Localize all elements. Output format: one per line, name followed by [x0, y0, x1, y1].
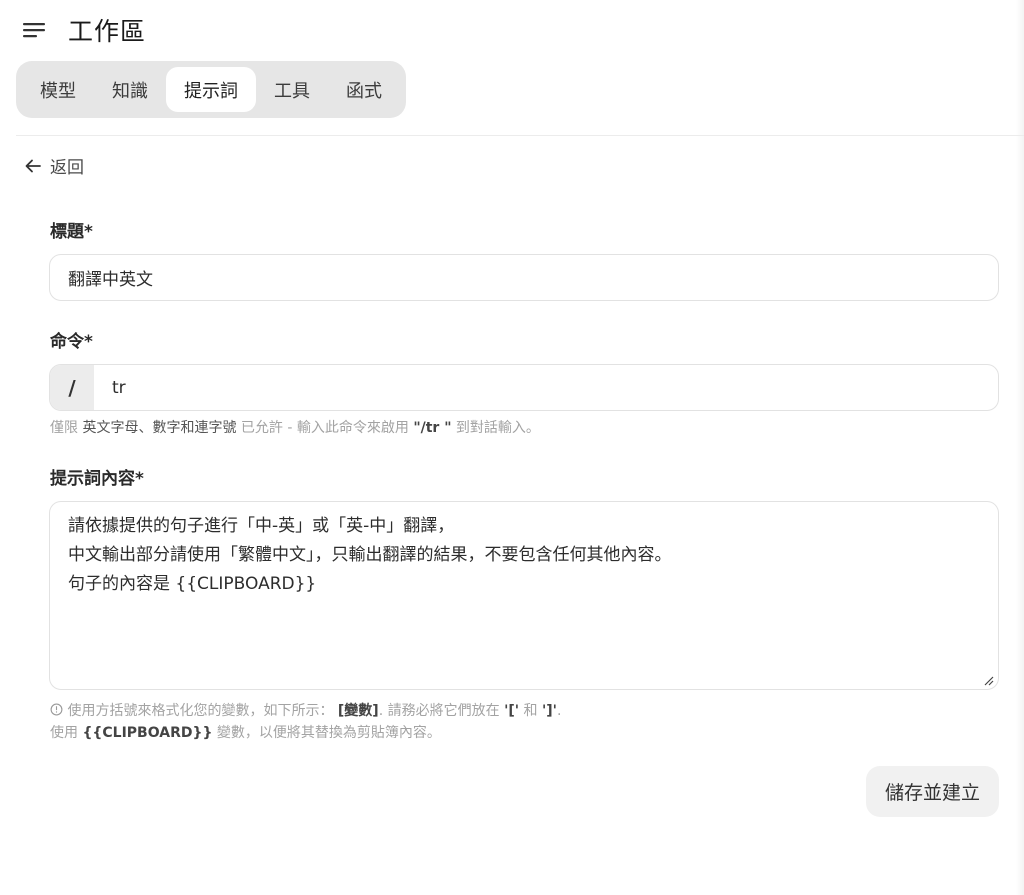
resize-handle-icon[interactable] — [982, 674, 994, 686]
command-input-value: tr — [112, 377, 126, 398]
command-hint-allowed: 英文字母、數字和連字號 — [82, 420, 237, 436]
command-hint: 僅限 英文字母、數字和連字號 已允許 - 輸入此命令來啟用 "/tr " 到對話… — [50, 417, 540, 437]
content-line: 中文輸出部分請使用「繁體中文」，只輸出翻譯的結果，不要包含任何其他內容。 — [68, 545, 672, 565]
tab-prompts[interactable]: 提示詞 — [166, 67, 256, 112]
command-label: 命令* — [50, 332, 93, 352]
content-hint-text: 使用方括號來格式化您的變數，如下所示： — [67, 703, 338, 719]
arrow-left-icon — [25, 159, 41, 172]
content-hint-bracket-open: '[' — [504, 703, 520, 719]
title-input-value: 翻譯中英文 — [68, 270, 153, 290]
title-input[interactable]: 翻譯中英文 — [49, 254, 999, 301]
tab-knowledge[interactable]: 知識 — [94, 67, 166, 112]
page-title: 工作區 — [68, 17, 147, 46]
title-label: 標題* — [50, 222, 93, 242]
command-hint-text: 僅限 — [50, 420, 83, 436]
command-hint-text: 已允許 - 輸入此命令來啟用 — [236, 420, 414, 436]
content-hint-clipboard: {{CLIPBOARD}} — [82, 725, 213, 741]
content-hint-text: . 請務必將它們放在 — [378, 703, 505, 719]
back-button[interactable]: 返回 — [24, 153, 84, 178]
content-hint-text: . — [556, 703, 562, 719]
command-input[interactable]: / tr — [49, 364, 999, 411]
content-hint: 使用方括號來格式化您的變數，如下所示： [變數]. 請務必將它們放在 '[' 和… — [50, 700, 561, 744]
content-hint-bracket-close: ']' — [541, 703, 557, 719]
content-line: 請依據提供的句子進行「中-英」或「英-中」翻譯， — [68, 516, 455, 536]
command-prefix: / — [50, 365, 94, 410]
tab-tools[interactable]: 工具 — [256, 67, 328, 112]
info-circle-icon — [50, 703, 63, 716]
hamburger-menu-icon[interactable] — [22, 16, 50, 44]
prompt-content-textarea[interactable]: 請依據提供的句子進行「中-英」或「英-中」翻譯， 中文輸出部分請使用「繁體中文」… — [49, 501, 999, 690]
content-line: 句子的內容是 {{CLIPBOARD}} — [68, 574, 317, 594]
content-hint-text: 變數，以便將其替換為剪貼簿內容。 — [212, 725, 441, 741]
content-label: 提示詞內容* — [50, 469, 144, 489]
save-and-create-button[interactable]: 儲存並建立 — [866, 766, 999, 817]
tab-functions[interactable]: 函式 — [328, 67, 400, 112]
header-divider — [16, 135, 1024, 136]
back-label: 返回 — [50, 158, 84, 178]
content-hint-variable: [變數] — [337, 703, 379, 719]
command-hint-text: 到對話輸入。 — [451, 420, 540, 436]
tab-models[interactable]: 模型 — [22, 67, 94, 112]
workspace-page: 工作區 模型 知識 提示詞 工具 函式 返回 標題* 翻譯中英文 命令* / t… — [0, 0, 1024, 895]
content-hint-text: 使用 — [50, 725, 83, 741]
header: 工作區 — [22, 12, 146, 48]
command-hint-example: "/tr " — [413, 420, 452, 436]
content-hint-text: 和 — [519, 703, 542, 719]
workspace-tabs: 模型 知識 提示詞 工具 函式 — [16, 61, 406, 118]
